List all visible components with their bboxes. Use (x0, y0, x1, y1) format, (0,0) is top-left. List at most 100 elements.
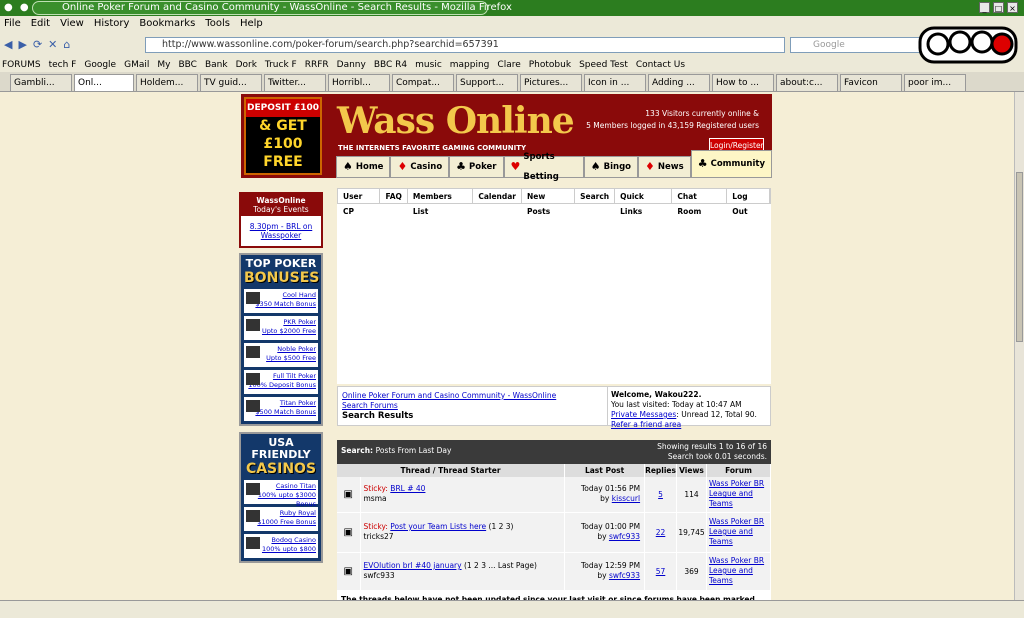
last-post-user[interactable]: kisscurl (612, 494, 640, 503)
poker-bonus-item[interactable]: Titan Poker $500 Match Bonus (244, 397, 318, 421)
browser-tab[interactable]: Compat... (392, 74, 454, 91)
bookmark-item[interactable]: BBC R4 (374, 58, 407, 72)
bookmark-item[interactable]: RRFR (305, 58, 329, 72)
menu-bookmarks[interactable]: Bookmarks (139, 16, 195, 32)
menu-file[interactable]: File (4, 16, 21, 32)
browser-tab[interactable]: Holdem... (136, 74, 198, 91)
browser-tab[interactable]: Adding ... (648, 74, 710, 91)
casino-bonus-item[interactable]: Ruby Royal $1000 Free Bonus (244, 507, 318, 531)
browser-tab[interactable]: TV guid... (200, 74, 262, 91)
bookmark-item[interactable]: Dork (236, 58, 257, 72)
browser-tab[interactable]: Favicon (840, 74, 902, 91)
menu-history[interactable]: History (94, 16, 130, 32)
bookmark-item[interactable]: My (157, 58, 170, 72)
minimize-icon[interactable]: _ (979, 2, 990, 13)
thread-title[interactable]: EVOlution brl #40 january (364, 561, 462, 570)
tab-poker[interactable]: ♣ Poker (449, 156, 504, 178)
last-post-user[interactable]: swfc933 (609, 571, 640, 580)
casino-bonus-item[interactable]: Bodog Casino 100% upto $800 (244, 534, 318, 558)
poker-bonus-item[interactable]: PKR Poker Upto $2000 Free (244, 316, 318, 340)
browser-tab[interactable]: Twitter... (264, 74, 326, 91)
browser-tab[interactable]: Horribl... (328, 74, 390, 91)
bookmark-item[interactable]: BBC (178, 58, 196, 72)
bookmark-item[interactable]: mapping (450, 58, 490, 72)
browser-tab[interactable]: Icon in ... (584, 74, 646, 91)
tab-casino[interactable]: ♦ Casino (390, 156, 450, 178)
thread-pages[interactable]: (1 2 3) (489, 522, 514, 531)
url-bar[interactable]: http://www.wassonline.com/poker-forum/se… (145, 37, 785, 53)
bookmark-item[interactable]: GMail (124, 58, 149, 72)
tab-bingo[interactable]: ♠ Bingo (583, 156, 639, 178)
replies-count[interactable]: 57 (644, 552, 677, 591)
bookmark-item[interactable]: tech F (49, 58, 77, 72)
browser-tab[interactable]: Pictures... (520, 74, 582, 91)
reload-icon[interactable]: ⟳ (33, 38, 42, 51)
maximize-icon[interactable]: □ (993, 2, 1004, 13)
deposit-ad-banner[interactable]: DEPOSIT £100 & GET £100 FREE (244, 97, 322, 175)
bookmark-item[interactable]: Danny (337, 58, 366, 72)
browser-tab[interactable]: poor im... (904, 74, 966, 91)
bookmark-item[interactable]: Clare (497, 58, 520, 72)
col-views[interactable]: Views (676, 464, 707, 477)
casino-bonus-item[interactable]: Casino Titan 100% upto $3000 Bonus (244, 480, 318, 508)
browser-tab[interactable]: about:c... (776, 74, 838, 91)
poker-bonus-item[interactable]: Cool Hand $350 Match Bonus (244, 289, 318, 313)
poker-bonus-item[interactable]: Full Tilt Poker 100% Deposit Bonus (244, 370, 318, 394)
close-icon[interactable]: × (1007, 2, 1018, 13)
pm-link[interactable]: Private Messages (611, 410, 676, 419)
menu-tools[interactable]: Tools (205, 16, 230, 32)
forum-link[interactable]: Wass Poker BR League and Teams (706, 552, 771, 591)
vertical-scrollbar[interactable] (1014, 92, 1024, 600)
tab-news[interactable]: ♦ News (638, 156, 691, 178)
site-logo[interactable]: Wass Online (337, 100, 575, 142)
thread-title[interactable]: Post your Team Lists here (390, 522, 486, 531)
last-post-user[interactable]: swfc933 (609, 532, 640, 541)
breadcrumb-home[interactable]: Online Poker Forum and Casino Community … (342, 391, 603, 401)
nav-search[interactable]: Search (575, 189, 616, 203)
browser-tab[interactable]: Support... (456, 74, 518, 91)
browser-tab[interactable]: How to ... (712, 74, 774, 91)
nav-members-list[interactable]: Members List (408, 189, 474, 216)
browser-tab-active[interactable]: Onl... (74, 74, 134, 91)
col-last-post[interactable]: Last Post (564, 464, 646, 477)
col-replies[interactable]: Replies (644, 464, 677, 477)
bookmark-item[interactable]: music (415, 58, 442, 72)
event-link[interactable]: 8.30pm - BRL on Wasspoker (241, 216, 321, 246)
forward-icon[interactable]: ▶ (18, 38, 26, 51)
home-icon[interactable]: ⌂ (63, 38, 70, 51)
bookmark-item[interactable]: Contact Us (636, 58, 685, 72)
scrollbar-thumb[interactable] (1016, 172, 1023, 342)
window-menu-icon[interactable]: ● ● (4, 2, 31, 13)
bookmark-item[interactable]: Speed Test (579, 58, 628, 72)
bookmark-item[interactable]: Photobuk (529, 58, 571, 72)
poker-bonus-item[interactable]: Noble Poker Upto $500 Free (244, 343, 318, 367)
nav-faq[interactable]: FAQ (380, 189, 408, 203)
tab-community[interactable]: ♣ Community (690, 150, 772, 178)
thread-pages[interactable]: (1 2 3 ... Last Page) (464, 561, 537, 570)
tab-sports-betting[interactable]: ♥ Sports Betting (503, 152, 584, 182)
forum-link[interactable]: Wass Poker BR League and Teams (706, 512, 771, 553)
col-forum[interactable]: Forum (706, 464, 771, 477)
bookmark-item[interactable]: Google (84, 58, 116, 72)
breadcrumb-search[interactable]: Search Forums (342, 401, 603, 411)
menu-view[interactable]: View (60, 16, 84, 32)
nav-user-cp[interactable]: User CP (338, 189, 381, 216)
forum-link[interactable]: Wass Poker BR League and Teams (706, 477, 771, 513)
tab-home[interactable]: ♠ Home (336, 156, 391, 178)
nav-log-out[interactable]: Log Out (727, 189, 770, 216)
col-thread[interactable]: Thread / Thread Starter (337, 464, 566, 477)
menu-edit[interactable]: Edit (31, 16, 50, 32)
browser-tab[interactable]: Gambli... (10, 74, 72, 91)
nav-quick-links[interactable]: Quick Links (615, 189, 673, 216)
menu-help[interactable]: Help (240, 16, 263, 32)
nav-new-posts[interactable]: New Posts (522, 189, 576, 216)
bookmark-item[interactable]: Truck F (265, 58, 297, 72)
bookmark-item[interactable]: Bank (205, 58, 228, 72)
refer-link[interactable]: Refer a friend area (611, 420, 767, 430)
replies-count[interactable]: 22 (644, 512, 677, 553)
nav-chat-room[interactable]: Chat Room (672, 189, 728, 216)
nav-calendar[interactable]: Calendar (473, 189, 523, 203)
bookmark-item[interactable]: FORUMS (2, 58, 41, 72)
back-icon[interactable]: ◀ (4, 38, 12, 51)
replies-count[interactable]: 5 (644, 477, 677, 513)
